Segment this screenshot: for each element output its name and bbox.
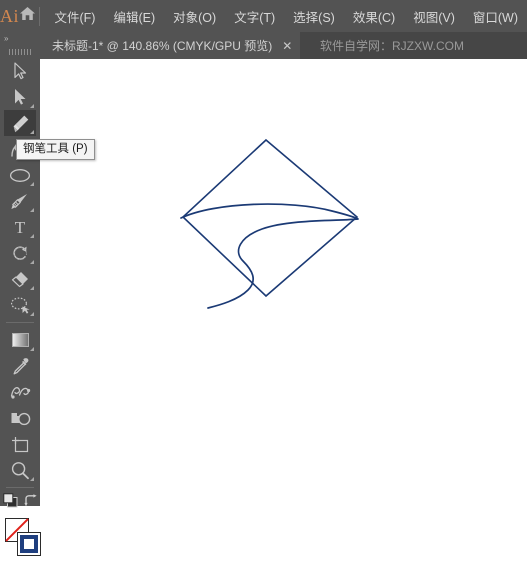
tools-panel: » xyxy=(0,32,40,506)
menu-bar: Ai 文件(F) 编辑(E) 对象(O) 文字(T) 选择(S) 效果(C) 视… xyxy=(0,0,527,32)
lasso-icon xyxy=(10,296,31,314)
eraser-icon xyxy=(10,270,30,288)
menu-item-type[interactable]: 文字(T) xyxy=(225,4,284,29)
flyout-indicator-icon xyxy=(30,182,34,186)
type-t-icon: T xyxy=(12,218,28,236)
flyout-indicator-icon xyxy=(30,260,34,264)
pen-tool[interactable] xyxy=(4,110,36,136)
drag-handle-dots xyxy=(9,49,31,55)
ellipse-tool[interactable] xyxy=(4,162,36,188)
rotate-tool[interactable] xyxy=(4,240,36,266)
shape-builder-icon xyxy=(10,410,31,427)
flyout-indicator-icon xyxy=(30,234,34,238)
tool-separator-2 xyxy=(6,487,34,488)
magnifier-icon xyxy=(10,461,30,480)
svg-text:T: T xyxy=(15,218,26,236)
default-fill-stroke-icon[interactable] xyxy=(3,493,18,513)
zoom-tool[interactable] xyxy=(4,457,36,483)
eyedropper-icon xyxy=(10,357,30,376)
stroke-swatch-color xyxy=(20,535,38,553)
ai-logo: Ai xyxy=(0,6,19,27)
diamond-outline xyxy=(183,140,357,296)
pen-icon xyxy=(11,114,30,133)
paintbrush-icon xyxy=(10,192,30,211)
tool-tooltip: 钢笔工具 (P) xyxy=(16,139,95,160)
filled-arrow-icon xyxy=(13,88,27,106)
flyout-indicator-icon xyxy=(30,477,34,481)
menu-item-view[interactable]: 视图(V) xyxy=(404,4,464,29)
menu-items: 文件(F) 编辑(E) 对象(O) 文字(T) 选择(S) 效果(C) 视图(V… xyxy=(46,4,527,29)
document-tab-bar: 未标题-1* @ 140.86% (CMYK/GPU 预览) ✕ 软件自学网：R… xyxy=(0,32,527,59)
ellipse-icon xyxy=(9,168,31,183)
home-icon xyxy=(19,6,36,26)
artboard-icon xyxy=(10,435,30,454)
flyout-indicator-icon xyxy=(30,347,34,351)
menu-item-edit[interactable]: 编辑(E) xyxy=(104,4,164,29)
menu-item-file[interactable]: 文件(F) xyxy=(46,4,105,29)
document-canvas[interactable] xyxy=(40,59,527,506)
stroke-swatch[interactable] xyxy=(17,532,41,556)
close-icon[interactable]: ✕ xyxy=(282,40,292,52)
gradient-icon xyxy=(11,332,30,348)
artwork-diamond-with-s-flourish xyxy=(40,59,527,506)
tool-list: T xyxy=(0,58,40,562)
fill-stroke-swatches xyxy=(0,516,40,562)
flyout-indicator-icon xyxy=(30,312,34,316)
tool-separator-1 xyxy=(6,322,34,323)
home-button[interactable] xyxy=(19,6,36,26)
tools-panel-drag-handle[interactable] xyxy=(0,45,40,58)
menu-item-window[interactable]: 窗口(W) xyxy=(464,4,527,29)
flyout-indicator-icon xyxy=(30,286,34,290)
collapse-panel-button[interactable]: » xyxy=(0,32,40,45)
artboard-tool[interactable] xyxy=(4,431,36,457)
watermark-text: 软件自学网：RJZXW.COM xyxy=(320,32,464,59)
direct-selection-tool[interactable] xyxy=(4,84,36,110)
blend-icon xyxy=(10,384,31,400)
illustrator-window: Ai 文件(F) 编辑(E) 对象(O) 文字(T) 选择(S) 效果(C) 视… xyxy=(0,0,527,506)
document-tab-title: 未标题-1* @ 140.86% (CMYK/GPU 预览) xyxy=(52,37,272,54)
blend-tool[interactable] xyxy=(4,379,36,405)
flyout-indicator-icon xyxy=(30,130,34,134)
lasso-tool[interactable] xyxy=(4,292,36,318)
selection-tool[interactable] xyxy=(4,58,36,84)
paintbrush-tool[interactable] xyxy=(4,188,36,214)
rotate-icon xyxy=(11,244,30,263)
menu-divider xyxy=(39,7,40,26)
eyedropper-tool[interactable] xyxy=(4,353,36,379)
document-tab[interactable]: 未标题-1* @ 140.86% (CMYK/GPU 预览) ✕ xyxy=(40,32,300,59)
swap-fill-stroke-icon[interactable] xyxy=(24,494,38,513)
gradient-tool[interactable] xyxy=(4,327,36,353)
flyout-indicator-icon xyxy=(30,208,34,212)
type-tool[interactable]: T xyxy=(4,214,36,240)
menu-item-effect[interactable]: 效果(C) xyxy=(344,4,404,29)
flyout-indicator-icon xyxy=(30,104,34,108)
menu-item-select[interactable]: 选择(S) xyxy=(284,4,344,29)
shape-builder-tool[interactable] xyxy=(4,405,36,431)
eraser-tool[interactable] xyxy=(4,266,36,292)
arrow-cursor-icon xyxy=(13,62,28,80)
fill-stroke-small-controls xyxy=(0,492,40,514)
menu-item-object[interactable]: 对象(O) xyxy=(164,4,225,29)
